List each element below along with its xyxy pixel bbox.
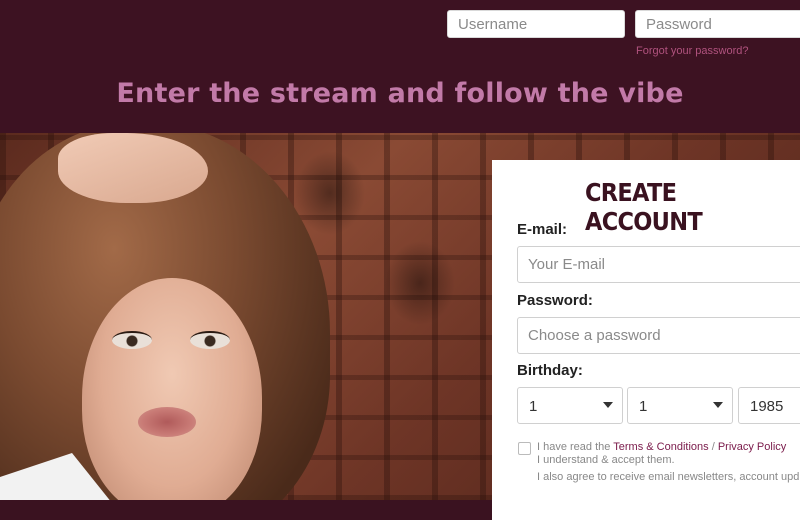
newsletter-text: I also agree to receive email newsletter… bbox=[537, 471, 800, 483]
birthday-month-value: 1 bbox=[639, 398, 648, 415]
birthday-month-select[interactable]: 1 bbox=[627, 387, 733, 424]
caret-down-icon bbox=[713, 402, 723, 408]
terms-link[interactable]: Terms & Conditions bbox=[613, 441, 708, 453]
email-label: E-mail: bbox=[517, 221, 568, 238]
signup-card: CREATE ACCOUNT E-mail: Password: Birthda… bbox=[492, 160, 800, 520]
signup-password-field[interactable] bbox=[517, 317, 800, 354]
terms-text: I have read the Terms & Conditions / Pri… bbox=[537, 441, 800, 484]
terms-checkbox[interactable] bbox=[518, 442, 531, 455]
terms-accept-line: I understand & accept them. bbox=[537, 454, 675, 466]
password-label: Password: bbox=[517, 292, 593, 309]
privacy-link[interactable]: Privacy Policy bbox=[718, 441, 786, 453]
hero-lips bbox=[138, 407, 196, 437]
tagline: Enter the stream and follow the vibe bbox=[116, 78, 684, 109]
forgot-password-link[interactable]: Forgot your password? bbox=[636, 45, 749, 57]
hero-eye-right bbox=[190, 331, 230, 349]
password-input[interactable] bbox=[635, 10, 800, 38]
email-field[interactable] bbox=[517, 246, 800, 283]
birthday-day-select[interactable]: 1 bbox=[517, 387, 623, 424]
birthday-day-value: 1 bbox=[529, 398, 538, 415]
birthday-label: Birthday: bbox=[517, 362, 583, 379]
signup-title: CREATE ACCOUNT bbox=[585, 178, 703, 236]
hero-eye-left bbox=[112, 331, 152, 349]
terms-separator: / bbox=[711, 441, 715, 453]
username-input[interactable] bbox=[447, 10, 625, 38]
birthday-year-select[interactable]: 1985 bbox=[738, 387, 800, 424]
birthday-year-value: 1985 bbox=[750, 398, 784, 415]
site-header: Forgot your password? Enter the stream a… bbox=[0, 0, 800, 133]
terms-prefix: I have read the bbox=[537, 441, 611, 453]
caret-down-icon bbox=[603, 402, 613, 408]
